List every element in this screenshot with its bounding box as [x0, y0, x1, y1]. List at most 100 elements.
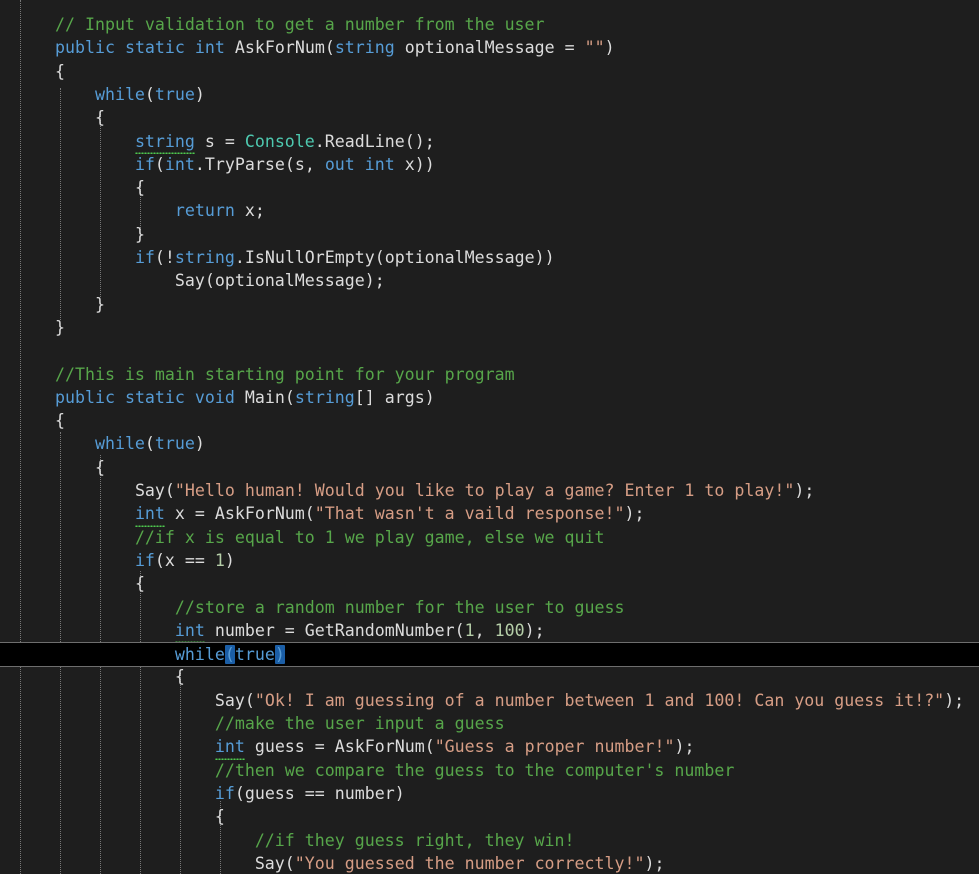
code-token: //if they guess right, they win!	[254, 830, 575, 850]
code-line-text: //store a random number for the user to …	[0, 596, 625, 619]
code-token: 100	[494, 620, 525, 640]
code-line-text: }	[0, 223, 145, 246]
code-token: Main	[244, 387, 285, 407]
code-line[interactable]: Say(optionalMessage);	[0, 269, 385, 292]
code-token: true	[234, 645, 275, 665]
code-token: (optionalMessage);	[204, 271, 385, 291]
code-line[interactable]: //This is main starting point for your p…	[0, 363, 515, 386]
code-line-text: {	[0, 805, 225, 828]
code-line-text: }	[0, 316, 65, 339]
code-line[interactable]: //if x is equal to 1 we play game, else …	[0, 526, 605, 549]
code-line[interactable]: if(int.TryParse(s, out int x))	[0, 153, 435, 176]
code-token: .	[314, 131, 325, 151]
code-line[interactable]: if(guess == number)	[0, 782, 405, 805]
code-line-text: int number = GetRandomNumber(1, 100);	[0, 619, 545, 644]
code-token: (!	[154, 248, 175, 267]
code-token: if	[214, 783, 235, 803]
code-line[interactable]: }	[0, 293, 105, 316]
code-editor[interactable]: // Input validation to get a number from…	[0, 0, 979, 874]
code-line[interactable]: {	[0, 60, 65, 83]
code-line[interactable]: string s = Console.ReadLine();	[0, 130, 435, 155]
code-token: 1	[214, 550, 225, 570]
code-token: }	[134, 224, 145, 244]
code-line[interactable]: Say("Ok! I am guessing of a number betwe…	[0, 689, 964, 712]
code-token: IsNullOrEmpty	[244, 248, 375, 267]
code-line-text: while(true)	[0, 432, 205, 455]
code-token: void	[194, 387, 235, 407]
code-line-text: {	[0, 60, 65, 83]
code-token: Say	[254, 853, 285, 873]
code-token: number =	[204, 620, 305, 640]
code-token: "That wasn't a vaild response!"	[314, 504, 625, 524]
code-line[interactable]: while(true)	[0, 83, 205, 106]
code-token: (	[144, 434, 155, 454]
error-squiggle-token: int	[214, 735, 245, 760]
code-line[interactable]: // Input validation to get a number from…	[0, 13, 545, 36]
code-line[interactable]: //then we compare the guess to the compu…	[0, 759, 735, 782]
code-token: //then we compare the guess to the compu…	[214, 760, 735, 780]
code-token: guess =	[244, 737, 335, 757]
code-line[interactable]: int x = AskForNum("That wasn't a vaild r…	[0, 502, 645, 527]
code-line[interactable]: //if they guess right, they win!	[0, 829, 575, 852]
code-token: int	[364, 154, 395, 174]
code-token: Console	[244, 131, 315, 151]
code-line[interactable]: public static int AskForNum(string optio…	[0, 36, 615, 59]
code-line-text: Say("Hello human! Would you like to play…	[0, 479, 814, 502]
code-token: (	[454, 620, 465, 640]
code-token: )	[224, 550, 235, 570]
code-token: true	[154, 84, 195, 104]
code-token: (	[164, 481, 175, 500]
code-line[interactable]: {	[0, 456, 105, 479]
code-line[interactable]: }	[0, 316, 65, 339]
code-token: "Hello human! Would you like to play a g…	[174, 481, 795, 500]
code-content[interactable]: // Input validation to get a number from…	[0, 0, 979, 874]
code-token: )	[194, 84, 205, 104]
code-token: out	[324, 154, 355, 174]
code-token: x;	[234, 201, 265, 221]
code-line[interactable]: }	[0, 223, 145, 246]
code-token: if	[134, 154, 155, 174]
code-line[interactable]: {	[0, 572, 145, 595]
code-line[interactable]: if(x == 1)	[0, 549, 235, 572]
code-token: Say	[174, 271, 205, 291]
code-token: ""	[584, 38, 605, 58]
code-line[interactable]	[0, 339, 55, 362]
code-line[interactable]: {	[0, 409, 65, 432]
code-token: while	[94, 84, 145, 104]
code-line[interactable]: Say("You guessed the number correctly!")…	[0, 852, 665, 874]
code-line[interactable]: int guess = AskForNum("Guess a proper nu…	[0, 735, 694, 760]
code-line-text: public static void Main(string[] args)	[0, 386, 435, 409]
code-token: )	[604, 38, 615, 58]
code-token: {	[134, 574, 145, 594]
code-token: )	[194, 434, 205, 454]
code-token: while	[174, 645, 225, 665]
code-line[interactable]: Say("Hello human! Would you like to play…	[0, 479, 814, 502]
code-token: );	[944, 690, 965, 710]
code-token: );	[794, 481, 815, 500]
code-line[interactable]: //make the user input a guess	[0, 712, 505, 735]
bracket-match-highlight: (	[224, 645, 235, 665]
code-line[interactable]: if(!string.IsNullOrEmpty(optionalMessage…	[0, 246, 555, 269]
code-token: Say	[214, 690, 245, 710]
code-line-text: {	[0, 572, 145, 595]
code-token: (optionalMessage))	[374, 248, 555, 267]
code-line[interactable]: while(true)	[0, 432, 205, 455]
code-token: ();	[404, 131, 435, 151]
code-line-active[interactable]: while(true)	[0, 642, 979, 668]
code-line-text: //make the user input a guess	[0, 712, 505, 735]
code-line[interactable]: int number = GetRandomNumber(1, 100);	[0, 619, 545, 644]
code-line[interactable]: {	[0, 106, 105, 129]
code-line[interactable]: return x;	[0, 199, 265, 222]
code-line[interactable]: {	[0, 176, 145, 199]
code-line[interactable]: {	[0, 665, 185, 688]
code-token: );	[624, 504, 645, 524]
code-line-text: Say("You guessed the number correctly!")…	[0, 852, 665, 874]
code-token: string	[334, 38, 395, 58]
code-line[interactable]: //store a random number for the user to …	[0, 596, 625, 619]
code-line[interactable]: public static void Main(string[] args)	[0, 386, 435, 409]
code-line[interactable]: {	[0, 805, 225, 828]
error-squiggle-token: int	[134, 502, 165, 527]
